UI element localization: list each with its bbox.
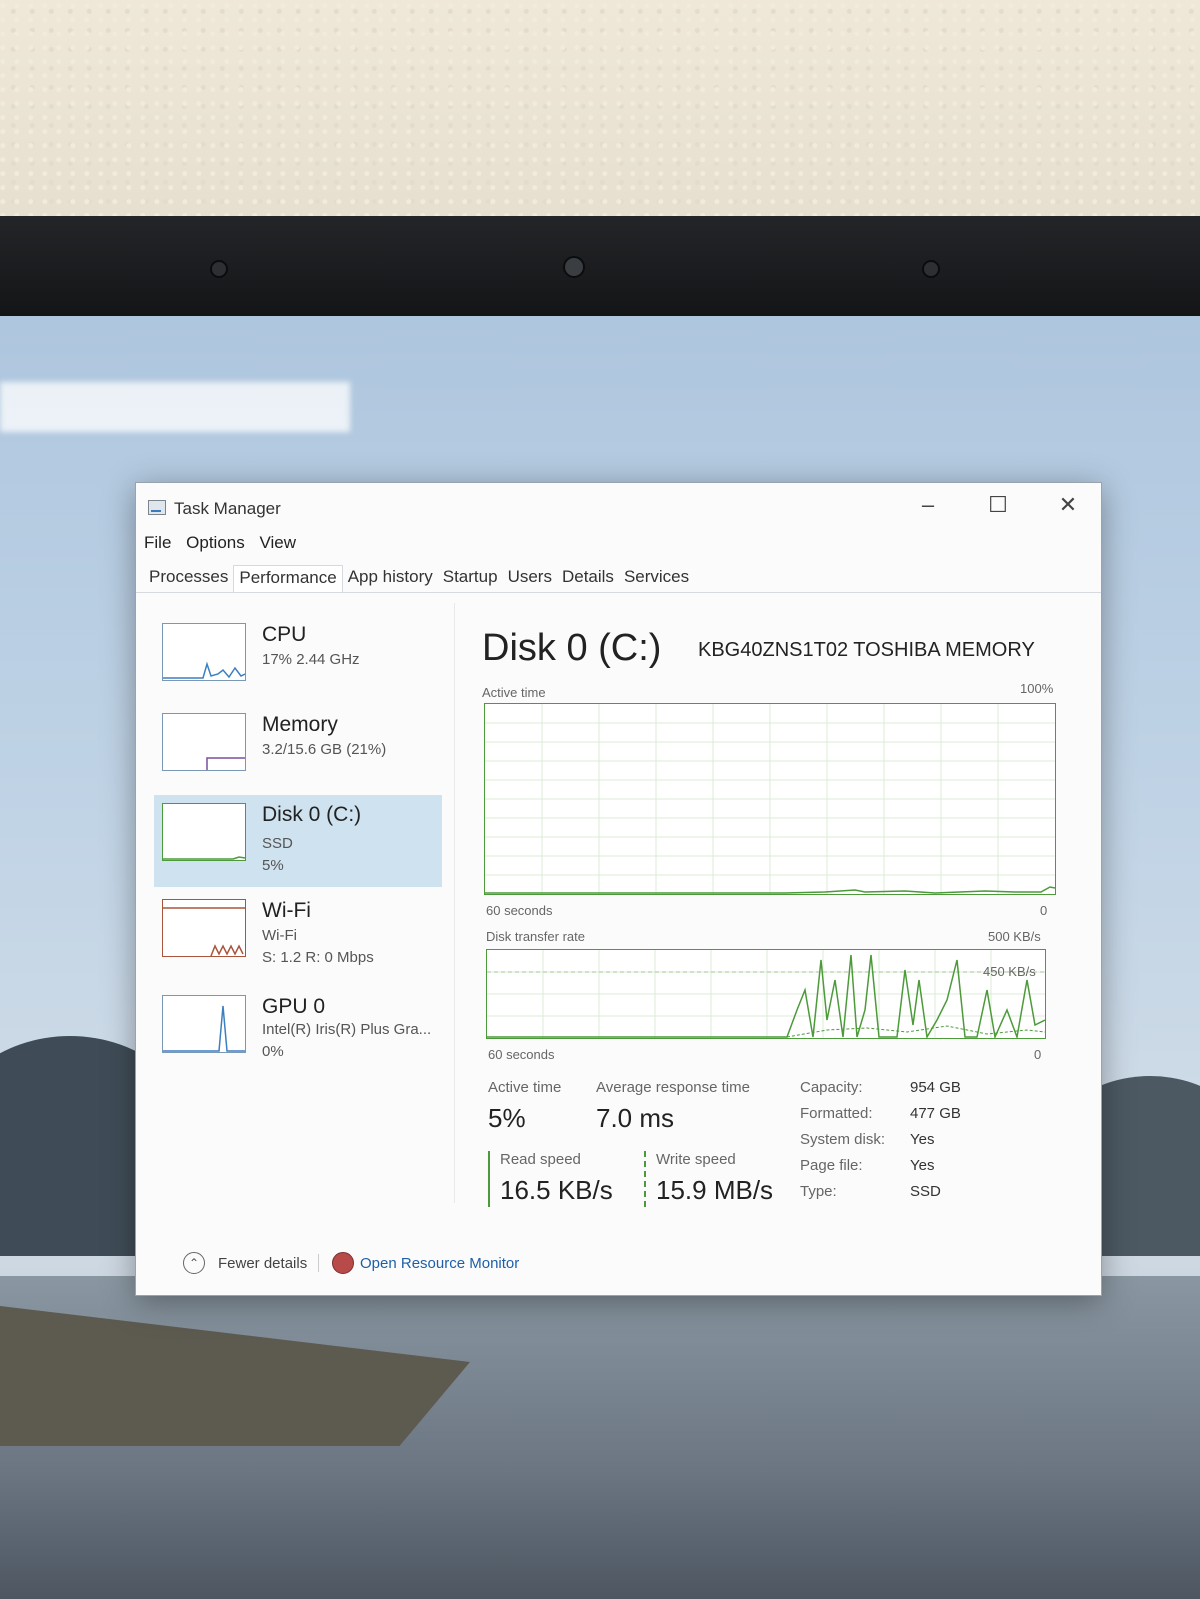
sensor-right bbox=[922, 260, 940, 278]
title-bar[interactable]: Task Manager – ☐ ✕ bbox=[136, 483, 1101, 527]
window-footer: ⌃ Fewer details Open Resource Monitor bbox=[136, 1238, 1101, 1294]
sidebar-label-disk: Disk 0 (C:) bbox=[262, 803, 362, 826]
minimize-button[interactable]: – bbox=[908, 491, 948, 519]
sidebar-sub-cpu: 17% 2.44 GHz bbox=[262, 651, 360, 668]
cpu-thumbnail-graph bbox=[162, 623, 246, 681]
tab-bar: Processes Performance App history Startu… bbox=[144, 565, 694, 593]
transfer-graph-min: 0 bbox=[1034, 1047, 1042, 1062]
sidebar-item-wifi[interactable]: Wi-Fi Wi-Fi S: 1.2 R: 0 Mbps bbox=[154, 891, 442, 983]
prop-formatted-value: 477 GB bbox=[910, 1105, 961, 1122]
open-resource-monitor-link[interactable]: Open Resource Monitor bbox=[360, 1255, 519, 1272]
sidebar-item-cpu[interactable]: CPU 17% 2.44 GHz bbox=[154, 615, 442, 707]
tab-divider bbox=[136, 592, 1101, 593]
active-time-graph-min: 0 bbox=[1040, 903, 1048, 918]
read-speed-label: Read speed bbox=[500, 1151, 581, 1168]
write-speed-indicator bbox=[644, 1151, 648, 1207]
close-button[interactable]: ✕ bbox=[1048, 491, 1088, 519]
active-time-graph bbox=[484, 703, 1056, 895]
wall-background bbox=[0, 0, 1200, 225]
sidebar-label-gpu: GPU 0 bbox=[262, 995, 326, 1018]
sidebar-divider bbox=[454, 603, 455, 1203]
task-manager-icon bbox=[148, 500, 166, 515]
sidebar-sub-memory: 3.2/15.6 GB (21%) bbox=[262, 741, 387, 758]
prop-system-disk-key: System disk: bbox=[800, 1131, 886, 1148]
resource-monitor-icon[interactable] bbox=[332, 1252, 354, 1274]
disk-thumbnail-graph bbox=[162, 803, 246, 861]
prop-page-file-value: Yes bbox=[910, 1157, 935, 1174]
tab-details[interactable]: Details bbox=[557, 565, 619, 593]
transfer-graph-time: 60 seconds bbox=[488, 1047, 555, 1062]
tab-app-history[interactable]: App history bbox=[343, 565, 438, 593]
prop-formatted-key: Formatted: bbox=[800, 1105, 873, 1122]
prop-type-key: Type: bbox=[800, 1183, 837, 1200]
active-time-graph-time: 60 seconds bbox=[486, 903, 553, 918]
prop-capacity-value: 954 GB bbox=[910, 1079, 961, 1096]
sidebar-sub-gpu-usage: 0% bbox=[262, 1043, 284, 1060]
active-time-graph-max: 100% bbox=[1020, 681, 1054, 696]
transfer-graph-dashed-label: 450 KB/s bbox=[983, 964, 1036, 979]
tab-services[interactable]: Services bbox=[619, 565, 694, 593]
tab-performance[interactable]: Performance bbox=[233, 565, 343, 593]
active-time-value: 5% bbox=[488, 1103, 526, 1133]
sidebar-sub-disk-type: SSD bbox=[262, 835, 293, 852]
tab-users[interactable]: Users bbox=[503, 565, 557, 593]
footer-divider bbox=[318, 1254, 319, 1272]
response-time-value: 7.0 ms bbox=[596, 1103, 675, 1133]
screen-glare bbox=[0, 382, 350, 432]
sidebar-label-memory: Memory bbox=[262, 713, 338, 736]
prop-capacity-key: Capacity: bbox=[800, 1079, 863, 1096]
tab-startup[interactable]: Startup bbox=[438, 565, 503, 593]
performance-sidebar: CPU 17% 2.44 GHz Memory 3.2/15.6 GB (21%… bbox=[154, 615, 444, 1235]
sidebar-item-gpu[interactable]: GPU 0 Intel(R) Iris(R) Plus Gra... 0% bbox=[154, 987, 442, 1079]
maximize-button[interactable]: ☐ bbox=[978, 491, 1018, 519]
response-time-label: Average response time bbox=[596, 1079, 750, 1096]
task-manager-window[interactable]: Task Manager – ☐ ✕ File Options View Pro… bbox=[135, 482, 1102, 1296]
memory-thumbnail-graph bbox=[162, 713, 246, 771]
sidebar-sub-gpu-model: Intel(R) Iris(R) Plus Gra... bbox=[262, 1021, 432, 1038]
sidebar-label-wifi: Wi-Fi bbox=[262, 899, 311, 922]
read-speed-indicator bbox=[488, 1151, 490, 1207]
chevron-up-icon[interactable]: ⌃ bbox=[183, 1252, 205, 1274]
menu-options[interactable]: Options bbox=[186, 533, 245, 552]
write-speed-value: 15.9 MB/s bbox=[656, 1175, 774, 1205]
sidebar-item-disk[interactable]: Disk 0 (C:) SSD 5% bbox=[154, 795, 442, 887]
sidebar-sub-disk-usage: 5% bbox=[262, 857, 284, 874]
transfer-graph-max: 500 KB/s bbox=[988, 929, 1041, 944]
active-time-graph-label: Active time bbox=[482, 685, 546, 700]
prop-system-disk-value: Yes bbox=[910, 1131, 935, 1148]
menu-bar: File Options View bbox=[144, 533, 306, 557]
menu-file[interactable]: File bbox=[144, 533, 171, 552]
sidebar-label-cpu: CPU bbox=[262, 623, 307, 646]
transfer-graph-label: Disk transfer rate bbox=[486, 929, 585, 944]
sidebar-item-memory[interactable]: Memory 3.2/15.6 GB (21%) bbox=[154, 705, 442, 797]
wifi-thumbnail-graph bbox=[162, 899, 246, 957]
sidebar-sub-wifi: Wi-Fi bbox=[262, 927, 297, 944]
gpu-thumbnail-graph bbox=[162, 995, 246, 1053]
fewer-details-button[interactable]: Fewer details bbox=[218, 1255, 307, 1272]
webcam bbox=[563, 256, 585, 278]
laptop-bezel bbox=[0, 216, 1200, 316]
sidebar-sub-wifi-speed: S: 1.2 R: 0 Mbps bbox=[262, 949, 374, 966]
active-time-label: Active time bbox=[488, 1079, 562, 1096]
page-title: Disk 0 (C:) bbox=[482, 627, 662, 669]
prop-type-value: SSD bbox=[910, 1183, 941, 1200]
read-speed-value: 16.5 KB/s bbox=[500, 1175, 613, 1205]
write-speed-label: Write speed bbox=[656, 1151, 736, 1168]
transfer-rate-graph: 450 KB/s bbox=[486, 949, 1046, 1039]
prop-page-file-key: Page file: bbox=[800, 1157, 863, 1174]
sensor-left bbox=[210, 260, 228, 278]
tab-processes[interactable]: Processes bbox=[144, 565, 233, 593]
window-title: Task Manager bbox=[174, 499, 281, 518]
disk-model: KBG40ZNS1T02 TOSHIBA MEMORY bbox=[698, 639, 1035, 661]
menu-view[interactable]: View bbox=[259, 533, 296, 552]
